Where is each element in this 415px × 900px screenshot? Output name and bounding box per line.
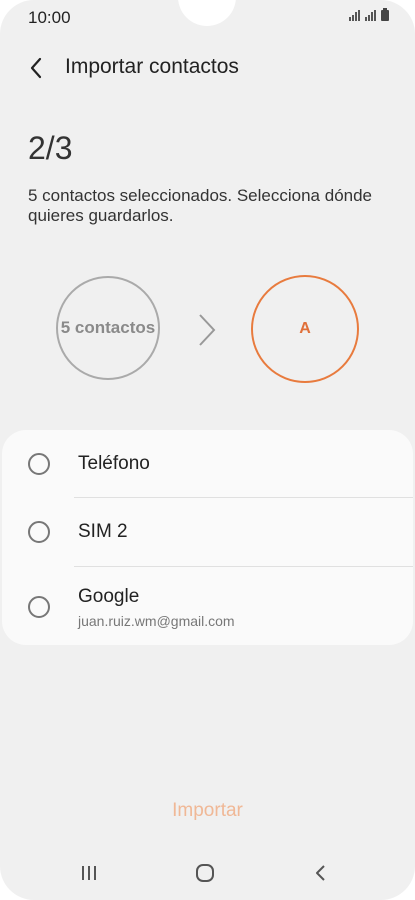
navigation-bar [0,850,415,896]
radio-button[interactable] [28,521,50,543]
radio-button[interactable] [28,453,50,475]
status-bar: 10:00 [0,0,415,34]
signal-icon [349,10,360,21]
chevron-right-icon [199,314,216,346]
signal-icon [365,10,376,21]
battery-icon [381,8,389,21]
recents-icon[interactable] [80,865,98,881]
camera-notch [178,0,236,26]
source-label: 5 contactos [60,318,156,337]
target-circle: A [251,275,359,383]
option-label: Teléfono [78,453,150,474]
option-label: SIM 2 [78,521,128,542]
page-title: Importar contactos [65,55,239,78]
phone-screen: 10:00 Importar contactos 2/3 5 contactos… [0,0,415,900]
option-google[interactable]: Google juan.ruiz.wm@gmail.com [2,567,413,645]
back-icon[interactable] [314,864,328,882]
step-indicator: 2/3 [28,130,73,166]
chevron-left-icon [30,57,42,79]
storage-options-card: Teléfono SIM 2 Google juan.ruiz.wm@gmail… [2,430,413,645]
radio-button[interactable] [28,596,50,618]
step-description: 5 contactos seleccionados. Selecciona dó… [28,186,373,225]
option-label: Google [78,586,140,607]
status-icons [349,8,389,21]
option-telefono[interactable]: Teléfono [2,430,413,498]
import-button[interactable]: Importar [0,800,415,822]
status-time: 10:00 [28,8,71,27]
home-icon[interactable] [195,863,215,883]
target-label: A [299,320,311,337]
option-sim2[interactable]: SIM 2 [2,498,413,566]
back-button[interactable] [24,54,52,82]
option-account: juan.ruiz.wm@gmail.com [78,613,235,629]
app-header: Importar contactos [0,48,415,88]
source-circle: 5 contactos [56,276,160,380]
